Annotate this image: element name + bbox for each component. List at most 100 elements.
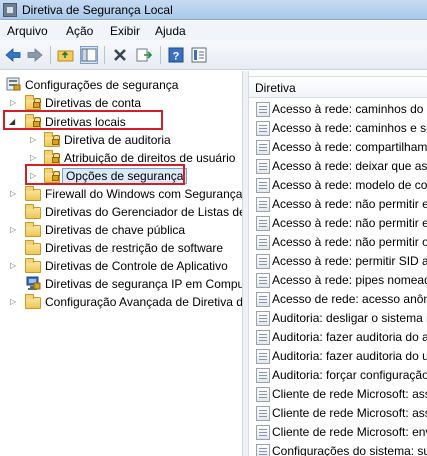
expand-arrow-icon[interactable]: ▷	[10, 297, 18, 307]
policy-setting-icon	[256, 254, 270, 269]
back-button[interactable]	[4, 46, 22, 64]
folder-icon	[25, 186, 41, 201]
expand-arrow-icon[interactable]: ▷	[30, 135, 38, 145]
tree-root-security-settings[interactable]: Configurações de segurança	[0, 76, 242, 94]
menu-arquivo[interactable]: Arquivo	[7, 24, 48, 38]
highlight-box-security-options	[25, 164, 185, 185]
policy-row[interactable]: Acesso de rede: acesso anôni	[249, 290, 427, 309]
export-list-button[interactable]	[135, 46, 153, 64]
folder-lock-icon	[44, 150, 60, 165]
policy-row-label: Acesso à rede: compartilhame	[272, 140, 427, 154]
policy-setting-icon	[256, 330, 270, 345]
expand-arrow-icon[interactable]: ▷	[10, 98, 18, 108]
policy-row[interactable]: Acesso à rede: permitir SID an	[249, 252, 427, 271]
forward-arrow-icon	[27, 48, 43, 62]
policy-row[interactable]: Acesso à rede: não permitir er	[249, 195, 427, 214]
tree-item-label: Configuração Avançada de Diretiva d	[45, 295, 243, 309]
policy-row[interactable]: Cliente de rede Microsoft: ass	[249, 404, 427, 423]
tree-item-label: Diretivas de segurança IP em Comput	[45, 277, 243, 291]
tree-item-label: Diretivas de conta	[45, 96, 142, 110]
policy-row-label: Acesso de rede: acesso anôni	[272, 292, 427, 306]
tree-item-windows-firewall[interactable]: ▷ Firewall do Windows com Segurança	[0, 185, 243, 203]
policy-row[interactable]: Acesso à rede: não permitir o	[249, 233, 427, 252]
policy-setting-icon	[256, 406, 270, 421]
policy-row[interactable]: Configurações do sistema: su	[249, 442, 427, 456]
toolbar-separator	[104, 46, 105, 64]
policy-row-label: Cliente de rede Microsoft: env	[272, 425, 427, 439]
tree-item-audit-policy[interactable]: ▷ Diretiva de auditoria	[0, 131, 242, 149]
policy-row-label: Auditoria: fazer auditoria do a	[272, 330, 427, 344]
policy-row-label: Acesso à rede: caminhos e sul	[272, 121, 427, 135]
expand-arrow-icon[interactable]: ▷	[30, 153, 38, 163]
tree-item-label: Diretivas de chave pública	[45, 223, 186, 237]
folder-lock-icon	[44, 132, 60, 147]
policy-row-label: Acesso à rede: caminhos do R	[272, 102, 427, 116]
up-one-level-button[interactable]	[57, 46, 75, 64]
folder-icon	[25, 294, 41, 309]
tree-item-label: Diretivas de restrição de software	[45, 241, 224, 255]
folder-lock-icon	[25, 95, 41, 110]
policy-setting-icon	[256, 178, 270, 193]
tree-item-network-list-manager[interactable]: Diretivas do Gerenciador de Listas de	[0, 203, 243, 221]
tree-item-software-restriction[interactable]: Diretivas de restrição de software	[0, 239, 242, 257]
policy-row[interactable]: Cliente de rede Microsoft: env	[249, 423, 427, 442]
policy-row-label: Acesso à rede: não permitir er	[272, 216, 427, 230]
up-folder-icon	[57, 50, 74, 62]
policy-row[interactable]: Acesso à rede: modelo de con	[249, 176, 427, 195]
policy-row-label: Acesso à rede: permitir SID an	[272, 254, 427, 268]
column-header-policy[interactable]: Diretiva	[249, 76, 427, 98]
toolbar-separator	[50, 46, 51, 64]
policy-row-label: Acesso à rede: não permitir er	[272, 197, 427, 211]
tree-item-application-control[interactable]: ▷ Diretivas de Controle de Aplicativo	[0, 257, 242, 275]
expand-arrow-icon[interactable]: ▷	[10, 261, 18, 271]
policy-row-label: Auditoria: desligar o sistema i	[272, 311, 427, 325]
security-settings-icon	[6, 77, 22, 92]
policy-row[interactable]: Cliente de rede Microsoft: ass	[249, 385, 427, 404]
console-tree: Configurações de segurança ▷ Diretivas d…	[0, 71, 243, 456]
policy-setting-icon	[256, 349, 270, 364]
properties-button[interactable]	[190, 46, 208, 64]
expand-arrow-icon[interactable]: ▷	[10, 189, 18, 199]
policy-row[interactable]: Auditoria: fazer auditoria do u	[249, 347, 427, 366]
menu-bar: Arquivo Ação Exibir Ajuda	[0, 21, 427, 40]
policy-row[interactable]: Auditoria: fazer auditoria do a	[249, 328, 427, 347]
policy-row-label: Acesso à rede: deixar que as p	[272, 159, 427, 173]
policy-setting-icon	[256, 444, 270, 456]
delete-button[interactable]	[111, 46, 129, 64]
policy-row-label: Acesso à rede: pipes nomeado	[272, 273, 427, 287]
highlight-box-local-policies	[3, 110, 163, 130]
folder-icon	[25, 258, 41, 273]
tree-item-public-key-policies[interactable]: ▷ Diretivas de chave pública	[0, 221, 242, 239]
policy-row[interactable]: Auditoria: desligar o sistema i	[249, 309, 427, 328]
policy-setting-icon	[256, 159, 270, 174]
policy-row[interactable]: Acesso à rede: pipes nomeado	[249, 271, 427, 290]
show-tree-icon	[81, 48, 97, 62]
expand-arrow-icon[interactable]: ▷	[10, 225, 18, 235]
back-arrow-icon	[5, 48, 21, 62]
help-button[interactable]: ?	[167, 46, 185, 64]
policy-setting-icon	[256, 368, 270, 383]
tree-item-advanced-audit[interactable]: ▷ Configuração Avançada de Diretiva d	[0, 293, 243, 311]
policy-row[interactable]: Acesso à rede: caminhos e sul	[249, 119, 427, 138]
policy-row[interactable]: Acesso à rede: não permitir er	[249, 214, 427, 233]
show-hide-tree-button[interactable]	[80, 46, 98, 64]
tree-item-ip-security[interactable]: Diretivas de segurança IP em Comput	[0, 275, 243, 293]
policy-setting-icon	[256, 216, 270, 231]
title-bar: Diretiva de Segurança Local	[0, 0, 427, 20]
svg-text:?: ?	[173, 51, 180, 63]
policy-row[interactable]: Acesso à rede: compartilhame	[249, 138, 427, 157]
menu-acao[interactable]: Ação	[66, 24, 93, 38]
policy-row[interactable]: Acesso à rede: deixar que as p	[249, 157, 427, 176]
policy-row[interactable]: Auditoria: forçar configuração	[249, 366, 427, 385]
menu-exibir[interactable]: Exibir	[110, 24, 140, 38]
policy-row-label: Cliente de rede Microsoft: ass	[272, 387, 427, 401]
forward-button[interactable]	[26, 46, 44, 64]
tree-item-label: Diretivas de Controle de Aplicativo	[45, 259, 228, 273]
column-header-label: Diretiva	[255, 81, 296, 95]
menu-ajuda[interactable]: Ajuda	[155, 24, 186, 38]
export-list-icon	[136, 48, 153, 62]
policy-row[interactable]: Acesso à rede: caminhos do R	[249, 100, 427, 119]
tree-item-label: Diretivas do Gerenciador de Listas de	[45, 205, 243, 219]
help-icon: ?	[168, 47, 184, 63]
tree-item-label: Firewall do Windows com Segurança	[45, 187, 243, 201]
